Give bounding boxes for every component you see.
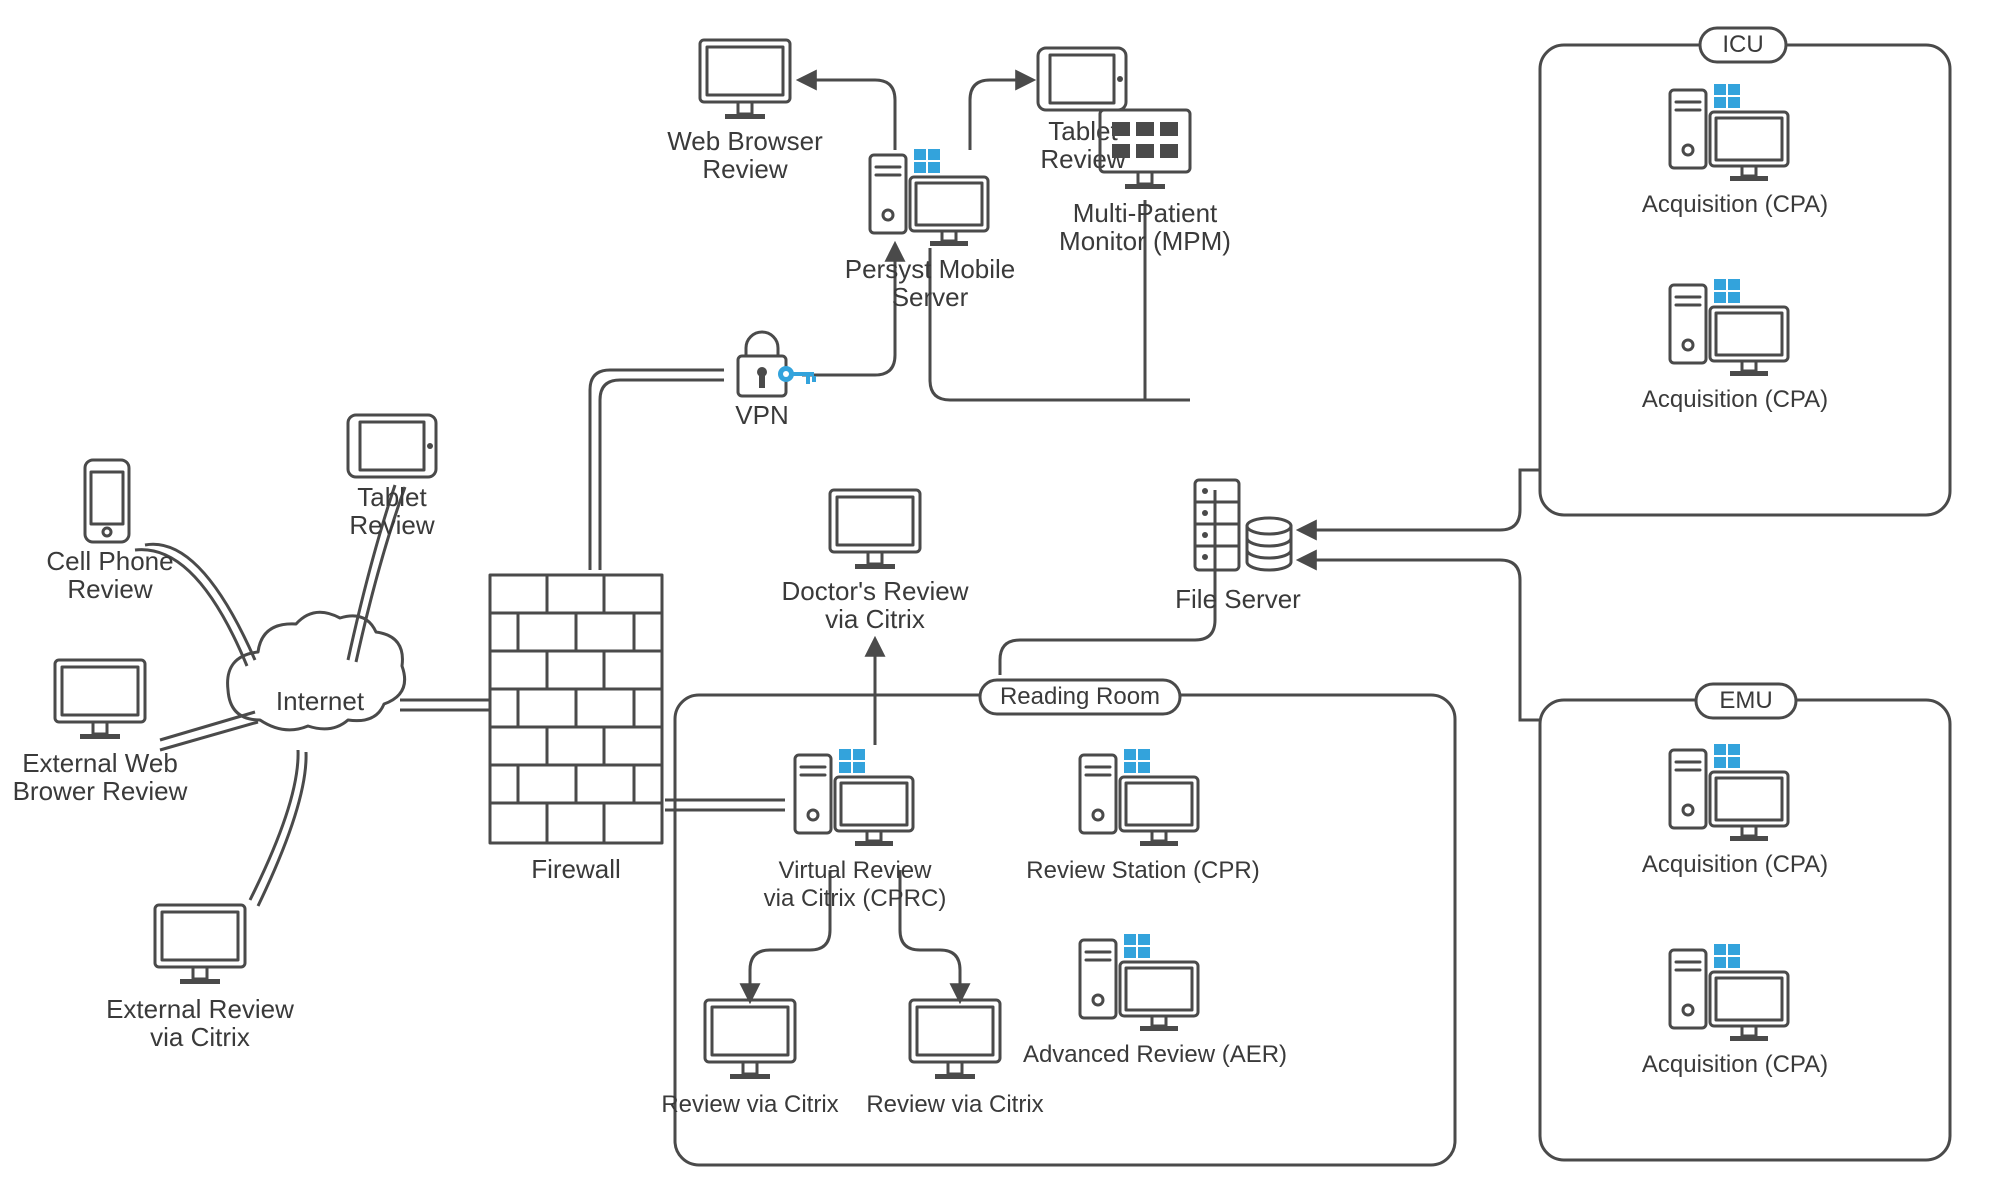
tablet-icon [348, 415, 436, 477]
group-emu: EMU [1540, 684, 1950, 1160]
node-web-browser-review [700, 40, 790, 119]
firewall-label: Firewall [531, 854, 621, 884]
persyst-label: Persyst MobileServer [845, 254, 1016, 312]
desktop-monitor-icon [910, 1000, 1000, 1079]
desktop-monitor-icon [830, 490, 920, 569]
icu1-label: Acquisition (CPA) [1642, 191, 1828, 218]
workstation-icon [795, 749, 913, 846]
workstation-icon [870, 149, 988, 246]
node-ext-web-browser [55, 660, 145, 739]
node-cell-phone-review [85, 460, 129, 542]
ext-web-label: External WebBrower Review [13, 748, 188, 806]
file-server-label: File Server [1175, 584, 1301, 614]
cpr-label: Review Station (CPR) [1026, 857, 1259, 884]
desktop-monitor-icon [155, 905, 245, 984]
node-virtual-review-cprc [795, 749, 913, 846]
diagram-canvas: ICU EMU Reading Room Cell PhoneReview Ex… [0, 0, 2000, 1179]
mpm-label: Multi-PatientMonitor (MPM) [1059, 198, 1231, 256]
node-acq-emu1 [1670, 744, 1788, 841]
node-acq-icu1 [1670, 84, 1788, 181]
citrix-a-label: Review via Citrix [661, 1091, 838, 1118]
icu-label: ICU [1722, 31, 1763, 58]
group-icu: ICU [1540, 28, 1950, 515]
node-ext-review-citrix [155, 905, 245, 984]
node-tablet-int [1038, 48, 1126, 110]
node-acq-emu2 [1670, 944, 1788, 1041]
tablet-ext-label: TabletReview [349, 482, 434, 540]
web-browser-label: Web BrowserReview [667, 126, 823, 184]
emu2-label: Acquisition (CPA) [1642, 1051, 1828, 1078]
server-rack-icon [1195, 480, 1291, 570]
lock-icon [738, 332, 816, 396]
node-review-citrix-b [910, 1000, 1000, 1079]
node-doctors-citrix [830, 490, 920, 569]
workstation-icon [1670, 744, 1788, 841]
emu1-label: Acquisition (CPA) [1642, 851, 1828, 878]
workstation-icon [1080, 749, 1198, 846]
cprc-label: Virtual Reviewvia Citrix (CPRC) [764, 857, 947, 912]
desktop-monitor-icon [700, 40, 790, 119]
node-review-citrix-a [705, 1000, 795, 1079]
cell-phone-label: Cell PhoneReview [46, 546, 173, 604]
ext-citrix-label: External Reviewvia Citrix [106, 994, 294, 1052]
workstation-icon [1670, 279, 1788, 376]
tablet-icon [1038, 48, 1126, 110]
internet-label: Internet [276, 686, 365, 716]
phone-icon [85, 460, 129, 542]
workstation-icon [1670, 944, 1788, 1041]
node-file-server [1195, 480, 1291, 570]
node-persyst-mobile [870, 149, 988, 246]
reading-room-label: Reading Room [1000, 683, 1160, 710]
workstation-icon [1670, 84, 1788, 181]
node-vpn [738, 332, 816, 396]
emu-label: EMU [1719, 687, 1772, 714]
node-tablet-ext [348, 415, 436, 477]
vpn-label: VPN [735, 400, 788, 430]
icu2-label: Acquisition (CPA) [1642, 386, 1828, 413]
desktop-monitor-icon [55, 660, 145, 739]
workstation-icon [1080, 934, 1198, 1031]
doctors-citrix-label: Doctor's Reviewvia Citrix [781, 576, 968, 634]
node-advanced-review-aer [1080, 934, 1198, 1031]
node-review-station-cpr [1080, 749, 1198, 846]
node-firewall [490, 575, 662, 843]
aer-label: Advanced Review (AER) [1023, 1041, 1287, 1068]
citrix-b-label: Review via Citrix [866, 1091, 1043, 1118]
desktop-monitor-icon [705, 1000, 795, 1079]
node-acq-icu2 [1670, 279, 1788, 376]
